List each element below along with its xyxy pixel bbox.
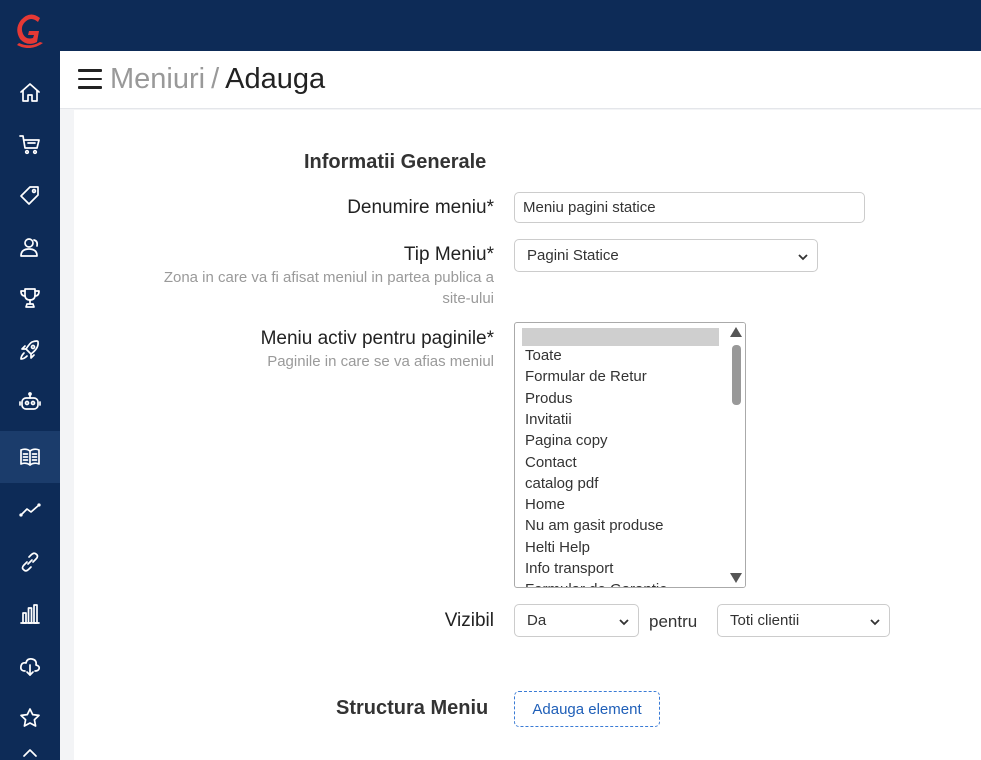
page-option[interactable]: Info transport [525, 560, 613, 577]
for-label: pentru [649, 612, 698, 631]
page-option[interactable]: Helti Help [525, 539, 590, 556]
menu-type-label: Tip Meniu* [403, 244, 494, 265]
scroll-down-icon[interactable] [730, 573, 742, 583]
sidebar-item-reports[interactable] [0, 588, 60, 640]
sidebar-item-clients[interactable] [0, 221, 60, 273]
visible-value: Da [527, 612, 547, 629]
robot-icon [19, 392, 41, 410]
bar-chart-icon [20, 604, 40, 624]
menu-toggle-icon[interactable] [78, 69, 102, 89]
users-icon [20, 238, 39, 257]
menu-type-select[interactable]: Pagini Statice [514, 239, 818, 272]
page-option[interactable]: Contact [525, 454, 577, 471]
visible-select[interactable]: Da [514, 604, 639, 637]
chevron-down-icon [870, 619, 880, 626]
more-icon [23, 749, 37, 757]
sidebar-item-awards[interactable] [0, 272, 60, 324]
form-card: Informatii Generale Denumire meniu* Tip … [74, 110, 981, 760]
sidebar-item-more[interactable] [0, 744, 60, 760]
home-icon [20, 83, 40, 102]
cloud-download-icon [19, 657, 41, 676]
page-title: Adauga [225, 63, 326, 95]
menu-name-input[interactable] [514, 192, 865, 223]
link-icon [21, 552, 39, 572]
cart-icon [19, 135, 40, 155]
page-option[interactable]: Produs [525, 390, 573, 407]
sidebar-item-tags[interactable] [0, 170, 60, 222]
chevron-down-icon [619, 619, 629, 626]
pages-multiselect[interactable]: Toate Formular de Retur Produs Invitatii Pag… [514, 322, 746, 588]
chart-line-icon [19, 503, 41, 517]
pages-label: Meniu activ pentru paginile* [260, 328, 494, 349]
top-bar [60, 0, 981, 51]
page-option[interactable]: Formular de Garantie [525, 581, 668, 587]
sidebar-item-import[interactable] [0, 640, 60, 692]
app-logo[interactable] [0, 0, 60, 60]
page-option[interactable]: Pagina copy [525, 432, 608, 449]
sidebar [0, 0, 60, 760]
add-element-button[interactable]: Adauga element [514, 691, 660, 727]
section-title-general: Informatii Generale [304, 151, 487, 173]
menu-type-value: Pagini Statice [527, 247, 619, 264]
menu-type-help: Zona in care va fi afisat meniul in part… [163, 269, 494, 307]
scroll-up-icon[interactable] [730, 327, 742, 337]
sidebar-item-orders[interactable] [0, 118, 60, 170]
page-option[interactable]: Nu am gasit produse [525, 517, 663, 534]
sidebar-item-reviews[interactable] [0, 692, 60, 744]
page-option[interactable]: Toate [525, 347, 562, 364]
sidebar-item-automation[interactable] [0, 376, 60, 428]
star-icon [20, 708, 40, 727]
selected-empty-option[interactable] [522, 328, 719, 346]
page-option[interactable]: catalog pdf [525, 475, 598, 492]
sidebar-item-statistics[interactable] [0, 484, 60, 536]
audience-value: Toti clientii [730, 612, 800, 629]
menu-name-label: Denumire meniu* [347, 197, 494, 218]
scroll-thumb[interactable] [732, 345, 741, 405]
page-option[interactable]: Formular de Retur [525, 368, 647, 385]
trophy-icon [20, 288, 40, 308]
breadcrumb-separator: / [211, 63, 220, 95]
audience-select[interactable]: Toti clientii [717, 604, 890, 637]
breadcrumb-parent[interactable]: Meniuri [110, 63, 205, 95]
sidebar-item-marketing[interactable] [0, 324, 60, 376]
chevron-down-icon [798, 254, 808, 261]
section-title-structure: Structura Meniu [336, 697, 489, 719]
page-option[interactable]: Home [525, 496, 565, 513]
pages-scrollbar[interactable] [727, 323, 745, 587]
tag-icon [20, 186, 39, 205]
page-option[interactable]: Invitatii [525, 411, 572, 428]
book-icon [20, 448, 40, 466]
rocket-icon [20, 340, 39, 360]
pages-help: Paginile in care se va afias meniul [267, 353, 494, 370]
sidebar-item-links[interactable] [0, 536, 60, 588]
sidebar-item-content[interactable] [0, 431, 60, 483]
sidebar-item-home[interactable] [0, 67, 60, 119]
breadcrumb: Meniuri / Adauga [110, 63, 325, 96]
logo-icon [17, 14, 43, 48]
page-header: Meniuri / Adauga [60, 51, 981, 109]
visible-label: Vizibil [444, 610, 494, 631]
